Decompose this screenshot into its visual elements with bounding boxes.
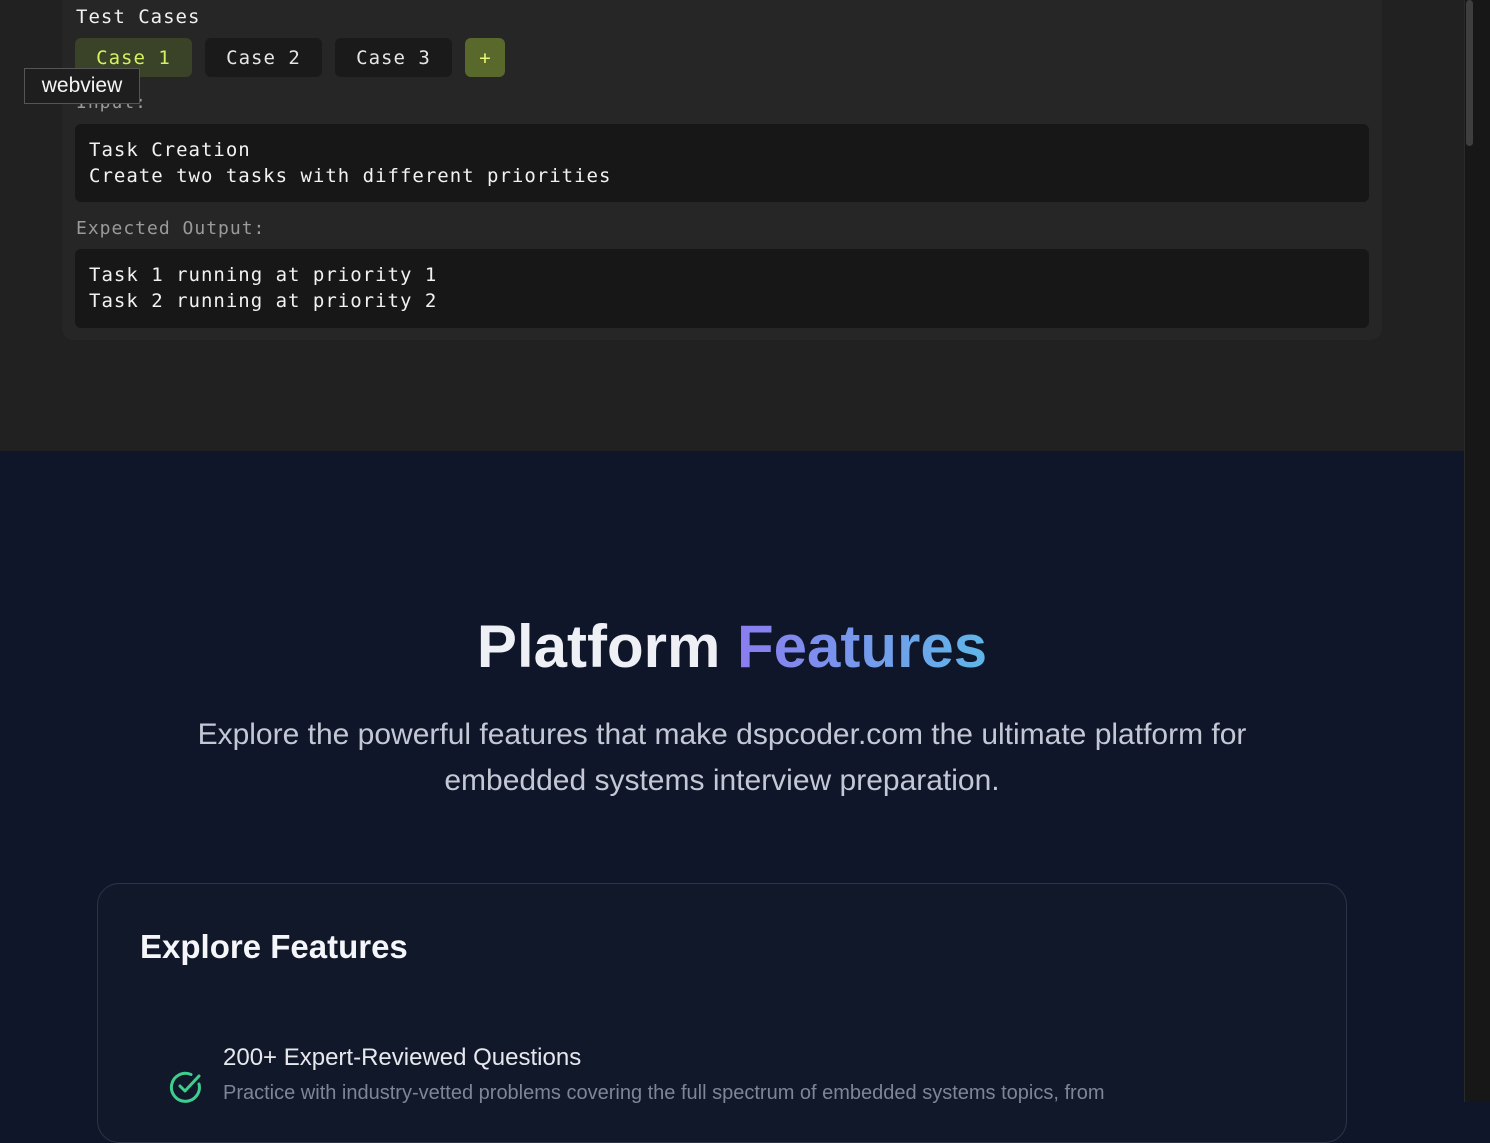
test-cases-title: Test Cases	[76, 6, 201, 28]
scrollbar-thumb[interactable]	[1466, 0, 1473, 146]
features-heading: Platform Features	[0, 612, 1464, 681]
webview-tooltip: webview	[24, 68, 140, 104]
tab-case-3[interactable]: Case 3	[335, 38, 452, 77]
check-circle-icon	[169, 1071, 201, 1103]
expected-output-box: Task 1 running at priority 1 Task 2 runn…	[75, 249, 1369, 328]
features-heading-plain: Platform	[476, 613, 721, 680]
explore-features-title: Explore Features	[140, 928, 408, 965]
expected-output-label: Expected Output:	[76, 218, 266, 239]
features-heading-accent: Features	[736, 613, 988, 680]
feature-item-title: 200+ Expert-Reviewed Questions	[223, 1044, 582, 1071]
scrollbar-track[interactable]	[1464, 0, 1490, 1102]
features-subtitle: Explore the powerful features that make …	[197, 718, 1247, 797]
tab-case-2[interactable]: Case 2	[205, 38, 322, 77]
input-value-box: Task Creation Create two tasks with diff…	[75, 124, 1369, 202]
add-test-case-button[interactable]: +	[465, 38, 505, 77]
